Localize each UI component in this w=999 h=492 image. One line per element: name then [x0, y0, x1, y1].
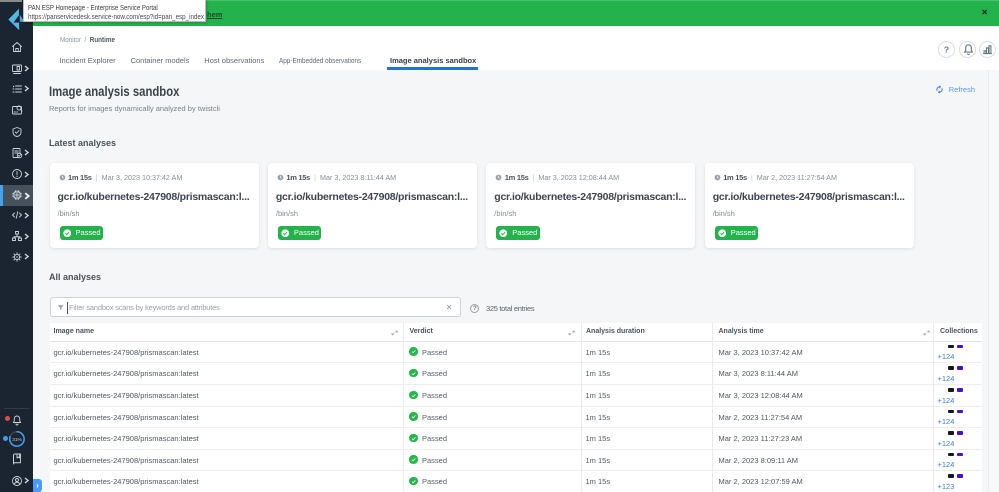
- svg-text:?: ?: [944, 45, 949, 55]
- svg-text:31%: 31%: [12, 437, 22, 443]
